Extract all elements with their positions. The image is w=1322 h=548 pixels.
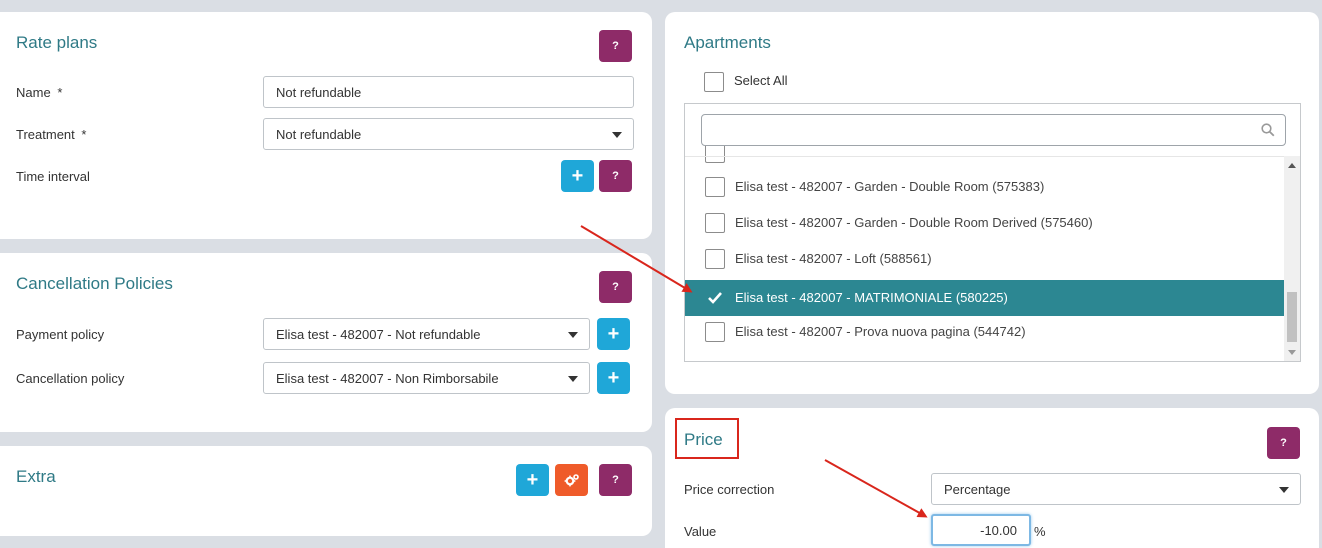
list-item[interactable]: Elisa test - 482007 - Loft (588561) — [685, 241, 1284, 277]
search-icon — [1261, 123, 1275, 137]
price-title: Price — [684, 430, 723, 449]
name-label: Name * — [16, 85, 62, 100]
list-item[interactable]: Elisa test - 482007 - Prova nuova pagina… — [685, 314, 1284, 350]
list-divider — [685, 156, 1284, 157]
payment-policy-label: Payment policy — [16, 327, 105, 342]
price-correction-select[interactable]: Percentage — [931, 473, 1301, 505]
time-interval-help-button[interactable]: ? — [599, 160, 632, 192]
list-item-label: Elisa test - 482007 - Prova nuova pagina… — [735, 324, 1026, 339]
name-input[interactable]: Not refundable — [263, 76, 634, 108]
price-value: -10.00 — [980, 522, 1017, 538]
price-correction-value: Percentage — [944, 481, 1011, 497]
name-required-mark: * — [57, 85, 63, 100]
select-all-label: Select All — [734, 73, 788, 88]
chevron-down-icon — [612, 132, 622, 138]
chevron-down-icon — [1279, 487, 1289, 493]
cancellation-policy-value: Elisa test - 482007 - Non Rimborsabile — [276, 370, 499, 386]
name-input-value: Not refundable — [276, 84, 362, 100]
checkmark-icon — [708, 292, 722, 304]
list-item-label: Elisa test - 482007 - MATRIMONIALE (5802… — [735, 290, 1008, 305]
chevron-down-icon — [568, 332, 578, 338]
extra-help-button[interactable]: ? — [599, 464, 632, 496]
list-item-checkbox[interactable] — [705, 213, 725, 233]
add-payment-policy-button[interactable]: + — [597, 318, 630, 350]
list-item[interactable]: Elisa test - 482007 - Garden - Double Ro… — [685, 205, 1284, 241]
price-help-button[interactable]: ? — [1267, 427, 1300, 459]
scroll-down-icon[interactable] — [1288, 350, 1296, 355]
treatment-required-mark: * — [81, 127, 87, 142]
add-cancellation-policy-button[interactable]: + — [597, 362, 630, 394]
list-item-checkbox[interactable] — [705, 249, 725, 269]
scroll-up-icon[interactable] — [1288, 163, 1296, 168]
gears-icon — [564, 474, 579, 487]
list-item-checkbox-partial[interactable] — [705, 146, 725, 163]
treatment-select-value: Not refundable — [276, 126, 362, 142]
list-item-selected[interactable]: Elisa test - 482007 - MATRIMONIALE (5802… — [685, 280, 1284, 316]
add-time-interval-button[interactable]: + — [561, 160, 594, 192]
list-item-label: Elisa test - 482007 - Loft (588561) — [735, 251, 932, 266]
list-item-checkbox[interactable] — [705, 177, 725, 197]
cancellation-policy-label: Cancellation policy — [16, 371, 125, 386]
rate-plans-help-button[interactable]: ? — [599, 30, 632, 62]
list-item-label: Elisa test - 482007 - Garden - Double Ro… — [735, 215, 1093, 230]
cancellation-policies-title: Cancellation Policies — [16, 274, 173, 293]
select-all-checkbox[interactable] — [704, 72, 724, 92]
payment-policy-select[interactable]: Elisa test - 482007 - Not refundable — [263, 318, 590, 350]
list-item-label: Elisa test - 482007 - Garden - Double Ro… — [735, 179, 1045, 194]
chevron-down-icon — [568, 376, 578, 382]
value-label: Value — [684, 524, 717, 539]
cancellation-policy-select[interactable]: Elisa test - 482007 - Non Rimborsabile — [263, 362, 590, 394]
payment-policy-value: Elisa test - 482007 - Not refundable — [276, 326, 481, 342]
cancellation-help-button[interactable]: ? — [599, 271, 632, 303]
time-interval-label: Time interval — [16, 169, 90, 184]
rate-plans-title: Rate plans — [16, 33, 98, 52]
extra-title: Extra — [16, 467, 56, 486]
apartments-list[interactable]: Elisa test - 482007 - Garden - Double Ro… — [684, 103, 1301, 362]
value-unit: % — [1034, 524, 1046, 539]
treatment-label: Treatment * — [16, 127, 86, 142]
list-item-checkbox[interactable] — [705, 322, 725, 342]
extra-settings-button[interactable] — [555, 464, 588, 496]
name-label-text: Name — [16, 85, 51, 100]
apartments-title: Apartments — [684, 33, 771, 52]
apartments-search-input[interactable] — [701, 114, 1286, 146]
add-extra-button[interactable]: + — [516, 464, 549, 496]
price-value-input[interactable]: -10.00 — [931, 514, 1031, 546]
treatment-select[interactable]: Not refundable — [263, 118, 634, 150]
list-item[interactable]: Elisa test - 482007 - Garden - Double Ro… — [685, 169, 1284, 205]
list-scrollbar[interactable] — [1284, 156, 1300, 361]
scrollbar-thumb[interactable] — [1287, 292, 1297, 342]
treatment-label-text: Treatment — [16, 127, 75, 142]
price-correction-label: Price correction — [684, 482, 775, 497]
